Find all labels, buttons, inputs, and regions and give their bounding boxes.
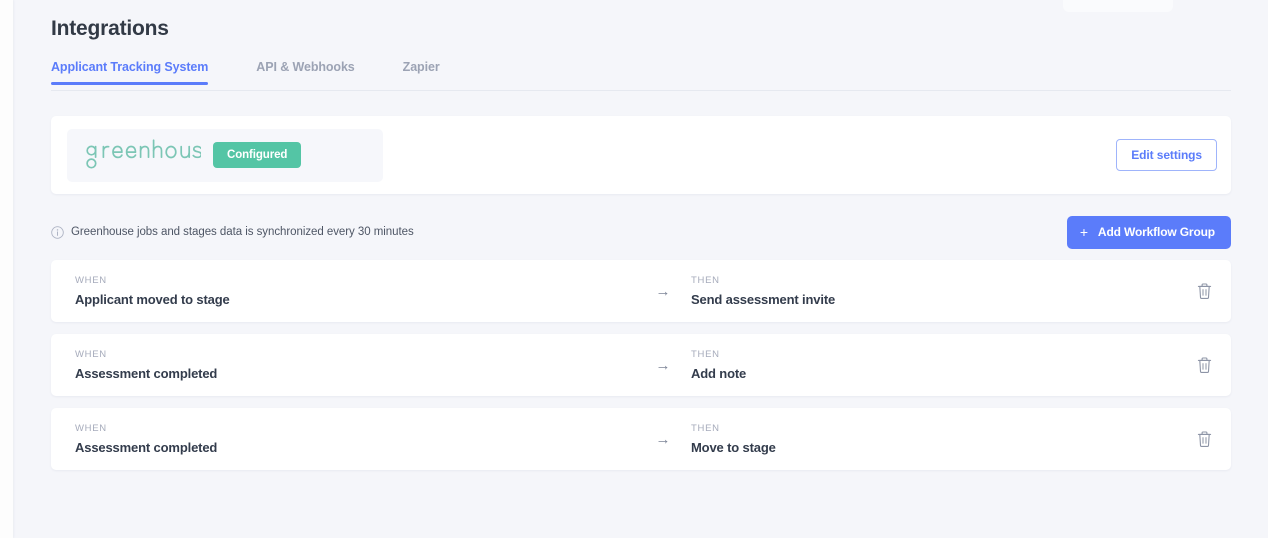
workflow-then: THEN Add note (691, 349, 1193, 381)
tab-applicant-tracking-system[interactable]: Applicant Tracking System (51, 60, 209, 85)
status-badge: Configured (213, 142, 302, 168)
arrow-right-icon: → (655, 356, 671, 374)
add-workflow-group-button[interactable]: + Add Workflow Group (1066, 215, 1231, 249)
workflow-row[interactable]: WHEN Assessment completed → THEN Move to… (51, 408, 1231, 470)
trash-icon[interactable] (1193, 354, 1215, 376)
workflow-list: WHEN Applicant moved to stage → THEN Sen… (38, 260, 1243, 470)
integration-provider-panel: Configured (67, 128, 383, 182)
workflow-when: WHEN Assessment completed (75, 423, 635, 455)
tab-api-and-webhooks[interactable]: API & Webhooks (256, 60, 354, 85)
then-label: THEN (691, 349, 720, 360)
sidebar-edge (0, 0, 13, 538)
workflow-row[interactable]: WHEN Applicant moved to stage → THEN Sen… (51, 260, 1231, 322)
info-icon (51, 225, 64, 239)
workflow-then: THEN Send assessment invite (691, 275, 1193, 307)
sync-message: Greenhouse jobs and stages data is synch… (71, 226, 414, 238)
tab-bar: Applicant Tracking System API & Webhooks… (51, 60, 1243, 91)
tab-zapier[interactable]: Zapier (403, 60, 440, 85)
when-value: Applicant moved to stage (75, 292, 230, 307)
when-value: Assessment completed (75, 440, 218, 455)
integration-card: Configured Edit settings (51, 116, 1231, 194)
trash-icon[interactable] (1193, 428, 1215, 450)
then-value: Move to stage (691, 440, 776, 455)
trash-icon[interactable] (1193, 280, 1215, 302)
workflow-row[interactable]: WHEN Assessment completed → THEN Add not… (51, 334, 1231, 396)
workflow-then: THEN Move to stage (691, 423, 1193, 455)
then-label: THEN (691, 275, 720, 286)
integrations-page: Integrations Applicant Tracking System A… (0, 0, 1268, 538)
when-label: WHEN (75, 349, 107, 360)
greenhouse-logo (83, 139, 213, 171)
arrow-right-icon: → (655, 430, 671, 448)
then-value: Add note (691, 366, 747, 381)
page-title: Integrations (51, 17, 169, 40)
then-value: Send assessment invite (691, 292, 836, 307)
plus-icon: + (1079, 223, 1088, 240)
arrow-right-icon: → (655, 282, 671, 300)
then-label: THEN (691, 423, 720, 434)
sync-info-row: Greenhouse jobs and stages data is synch… (51, 215, 1231, 249)
workflow-when: WHEN Assessment completed (75, 349, 635, 381)
when-value: Assessment completed (75, 366, 218, 381)
page-content: Integrations Applicant Tracking System A… (13, 0, 1268, 538)
workflow-when: WHEN Applicant moved to stage (75, 275, 635, 307)
when-label: WHEN (75, 275, 107, 286)
add-workflow-group-label: Add Workflow Group (1097, 224, 1215, 239)
edit-settings-button[interactable]: Edit settings (1116, 139, 1217, 171)
when-label: WHEN (75, 423, 107, 434)
